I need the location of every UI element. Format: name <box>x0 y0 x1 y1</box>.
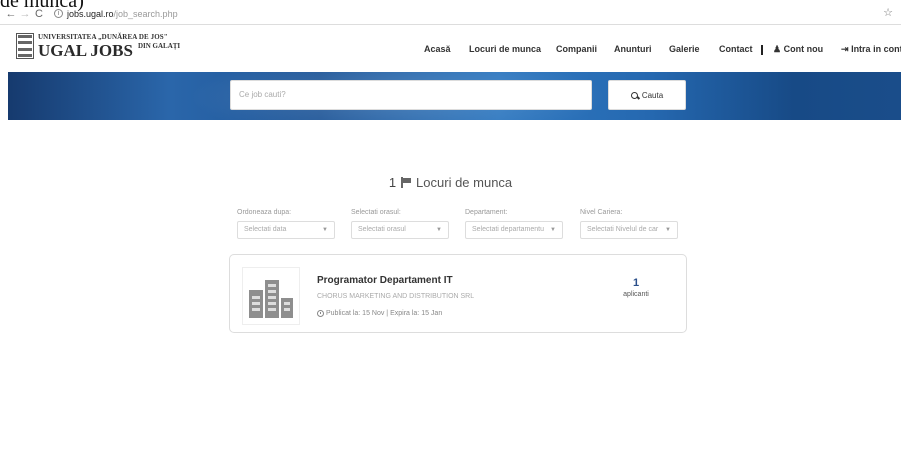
nav-cont-nou[interactable]: ♟ Cont nou <box>773 44 823 55</box>
chevron-down-icon: ▼ <box>322 227 328 233</box>
nav-divider <box>761 45 763 55</box>
filter-label-city: Selectati orasul: <box>351 209 401 216</box>
back-arrow-icon[interactable]: ← <box>4 8 18 20</box>
url-host: jobs.ugal.ro <box>67 8 114 19</box>
search-button-label: Cauta <box>641 90 664 100</box>
filter-department-value: Selectati departamentu <box>472 226 544 233</box>
clock-icon <box>317 310 324 317</box>
job-dates: Publicat la: 15 Nov | Expira la: 15 Jan <box>317 310 442 317</box>
main-nav: Acasă Locuri de munca Companii Anunturi … <box>0 44 901 58</box>
results-count: 1 <box>388 175 397 190</box>
flag-icon <box>401 177 412 188</box>
job-company: CHORUS MARKETING AND DISTRIBUTION SRL <box>317 293 475 300</box>
info-icon[interactable]: i <box>54 9 63 18</box>
address-bar[interactable]: i jobs.ugal.ro/job_search.php <box>54 9 178 19</box>
filter-department-select[interactable]: Selectati departamentu ▼ <box>465 221 563 239</box>
search-input[interactable]: Ce job cauti? <box>230 80 592 110</box>
url-path: /job_search.php <box>113 8 178 19</box>
search-button[interactable]: Cauta <box>608 80 686 110</box>
job-dates-text: Publicat la: 15 Nov | Expira la: 15 Jan <box>326 310 443 317</box>
search-icon <box>630 91 638 99</box>
nav-anunturi[interactable]: Anunturi <box>614 44 652 54</box>
chevron-down-icon: ▼ <box>550 227 556 233</box>
company-logo-buildings-icon <box>242 267 300 325</box>
filter-sort-select[interactable]: Selectati data ▼ <box>237 221 335 239</box>
results-title: 1 Locuri de munca <box>0 175 901 190</box>
job-card[interactable]: Programator Departament IT CHORUS MARKET… <box>229 254 687 333</box>
nav-intra-label: Intra in cont <box>851 44 901 54</box>
nav-acasa[interactable]: Acasă <box>424 44 451 54</box>
filter-label-department: Departament: <box>465 209 508 216</box>
nav-galerie[interactable]: Galerie <box>669 44 700 54</box>
filter-city-select[interactable]: Selectati orasul ▼ <box>351 221 449 239</box>
bookmark-star-icon[interactable]: ☆ <box>883 6 893 19</box>
filter-career-select[interactable]: Selectati Nivelul de car ▼ <box>580 221 678 239</box>
forward-arrow-icon[interactable]: → <box>18 8 32 20</box>
results-label: Locuri de munca <box>416 175 513 190</box>
filter-label-career: Nivel Cariera: <box>580 209 623 216</box>
filter-sort-value: Selectati data <box>244 226 287 233</box>
applicants-label: aplicanti <box>623 291 649 298</box>
hero-search-banner: Ce job cauti? Cauta <box>8 72 901 120</box>
browser-toolbar: ← → C i jobs.ugal.ro/job_search.php ☆ <box>0 5 901 22</box>
chevron-down-icon: ▼ <box>436 227 442 233</box>
nav-companii[interactable]: Companii <box>556 44 597 54</box>
filter-label-sort: Ordoneaza dupa: <box>237 209 292 216</box>
reload-icon[interactable]: C <box>32 8 46 20</box>
nav-cont-nou-label: Cont nou <box>783 44 824 54</box>
nav-locuri-de-munca[interactable]: Locuri de munca <box>469 44 541 54</box>
nav-intra-in-cont[interactable]: ⇥ Intra in cont <box>841 44 901 55</box>
nav-contact[interactable]: Contact <box>719 44 753 54</box>
job-title[interactable]: Programator Departament IT <box>317 275 453 286</box>
user-icon: ♟ <box>773 44 782 54</box>
filter-city-value: Selectati orasul <box>358 226 406 233</box>
sign-in-icon: ⇥ <box>841 44 849 54</box>
site-header: UNIVERSITATEA „DUNĂREA DE JOS" UGAL JOBS… <box>0 24 901 72</box>
chevron-down-icon: ▼ <box>665 227 671 233</box>
applicants-counter: 1 aplicanti <box>616 277 656 298</box>
filter-career-value: Selectati Nivelul de car <box>587 226 659 233</box>
applicants-count: 1 <box>632 277 640 289</box>
